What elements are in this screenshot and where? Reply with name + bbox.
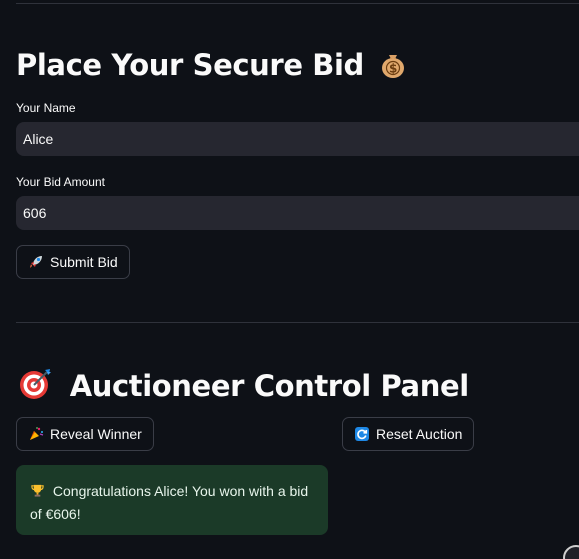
control-panel-title: Auctioneer Control Panel [18, 367, 469, 408]
refresh-icon [354, 426, 370, 442]
streamlit-status-avatar[interactable] [563, 545, 579, 559]
reveal-winner-button[interactable]: Reveal Winner [16, 417, 154, 451]
bid-amount-input[interactable]: 606 [16, 196, 579, 230]
app-page: Place Your Secure Bid $ Your Name Alice … [0, 0, 579, 559]
winner-message: Congratulations Alice! You won with a bi… [30, 483, 309, 522]
rocket-icon [28, 254, 44, 270]
money-bag-icon: $ [378, 49, 408, 86]
reset-auction-button[interactable]: Reset Auction [342, 417, 475, 451]
bid-section-title: Place Your Secure Bid $ [16, 48, 408, 86]
winner-success-alert: Congratulations Alice! You won with a bi… [16, 465, 328, 535]
trophy-icon [30, 483, 45, 504]
section-divider [16, 322, 579, 323]
bid-amount-label: Your Bid Amount [16, 175, 105, 189]
top-divider [16, 3, 579, 4]
reset-auction-label: Reset Auction [376, 426, 463, 442]
bid-amount-value: 606 [23, 205, 47, 221]
name-label: Your Name [16, 101, 76, 115]
target-icon [18, 367, 52, 408]
control-panel-title-text: Auctioneer Control Panel [69, 369, 469, 403]
party-popper-icon [28, 426, 44, 442]
submit-bid-button[interactable]: Submit Bid [16, 245, 130, 279]
reveal-winner-label: Reveal Winner [50, 426, 142, 442]
name-input[interactable]: Alice [16, 122, 579, 156]
bid-title-text: Place Your Secure Bid [16, 48, 364, 82]
name-input-value: Alice [23, 131, 54, 147]
submit-bid-label: Submit Bid [50, 254, 118, 270]
